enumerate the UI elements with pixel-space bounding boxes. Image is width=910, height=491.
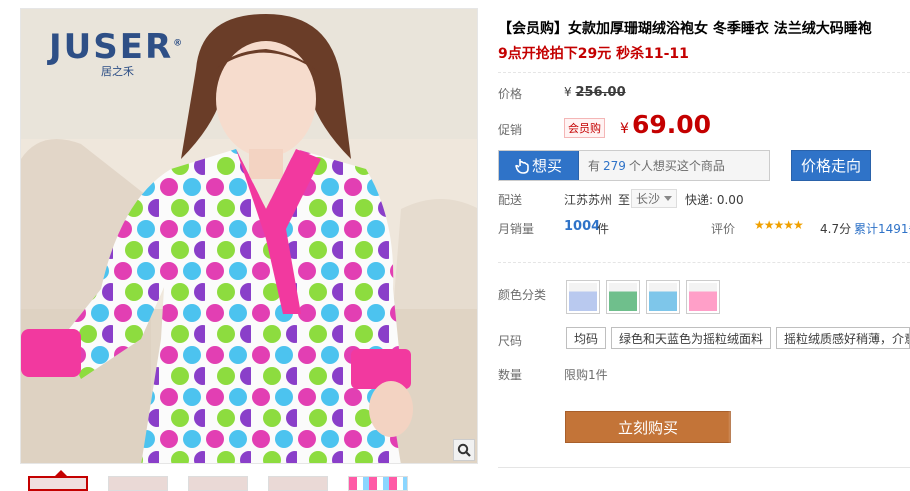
brand-logo: JUSER® 居之禾 (49, 27, 185, 78)
thumbnail-strip (28, 476, 408, 491)
color-option[interactable] (646, 280, 680, 314)
shipping-fee: 快递: 0.00 (685, 193, 744, 207)
purchase-limit: 限购1件 (564, 368, 608, 382)
price-trend-button[interactable]: 价格走向 (791, 150, 871, 181)
want-count-info: 有 279 个人想买这个商品 (588, 158, 725, 174)
thumbnail[interactable] (108, 476, 168, 491)
color-option[interactable] (606, 280, 640, 314)
total-reviews-link[interactable]: 累计1491条 (854, 220, 910, 237)
thumbnail[interactable] (28, 476, 88, 491)
divider (498, 262, 910, 263)
monthly-sales-label: 月销量 (498, 222, 535, 236)
thumbnail[interactable] (268, 476, 328, 491)
product-title: 【会员购】女款加厚珊瑚绒浴袍女 冬季睡衣 法兰绒大码睡袍 (498, 21, 872, 37)
ship-from: 江苏苏州 (564, 193, 613, 207)
rating-score: 4.7分 (820, 222, 852, 236)
original-price: ¥ 256.00 (564, 85, 626, 100)
shipping-label: 配送 (498, 193, 523, 207)
product-subtitle: 9点开抢拍下29元 秒杀11-11 (498, 46, 689, 62)
color-label: 颜色分类 (498, 288, 547, 302)
price-currency: ¥ (620, 121, 629, 137)
rating-label: 评价 (711, 222, 736, 236)
buy-now-button[interactable]: 立刻购买 (565, 411, 731, 443)
vip-badge: 会员购 (564, 118, 605, 138)
color-option[interactable] (566, 280, 600, 314)
size-label: 尺码 (498, 334, 523, 348)
promo-price: 69.00 (632, 110, 712, 139)
size-option[interactable]: 绿色和天蓝色为摇粒绒面料 (611, 327, 772, 349)
zoom-button[interactable] (453, 439, 475, 461)
size-option[interactable]: 均码 (566, 327, 607, 349)
hand-icon (515, 158, 529, 174)
thumbnail[interactable] (348, 476, 408, 491)
color-thumb (649, 283, 677, 311)
color-thumb (689, 283, 717, 311)
sales-unit: 件 (597, 222, 610, 236)
price-label: 价格 (498, 87, 523, 101)
divider (498, 467, 910, 468)
want-button[interactable]: 想买 (499, 151, 579, 180)
color-option[interactable] (686, 280, 720, 314)
want-count: 279 (603, 158, 626, 173)
chevron-down-icon (664, 196, 673, 201)
search-icon (457, 443, 471, 457)
star-rating-icon: ★★★★★ (754, 218, 804, 232)
destination-select[interactable]: 长沙 (631, 189, 677, 208)
want-to-buy-bar: 想买 有 279 个人想买这个商品 (498, 150, 770, 181)
ship-to-label: 至 (618, 193, 631, 207)
quantity-label: 数量 (498, 368, 523, 382)
color-thumb (569, 283, 597, 311)
button-fade (728, 411, 740, 443)
size-option[interactable]: 摇粒绒质感好稍薄，介意 (776, 327, 910, 349)
color-thumb (609, 283, 637, 311)
monthly-sales-count: 1004 (564, 219, 601, 234)
product-main-image[interactable]: JUSER® 居之禾 (20, 8, 478, 464)
promo-label: 促销 (498, 123, 523, 137)
divider (498, 72, 910, 73)
thumbnail[interactable] (188, 476, 248, 491)
